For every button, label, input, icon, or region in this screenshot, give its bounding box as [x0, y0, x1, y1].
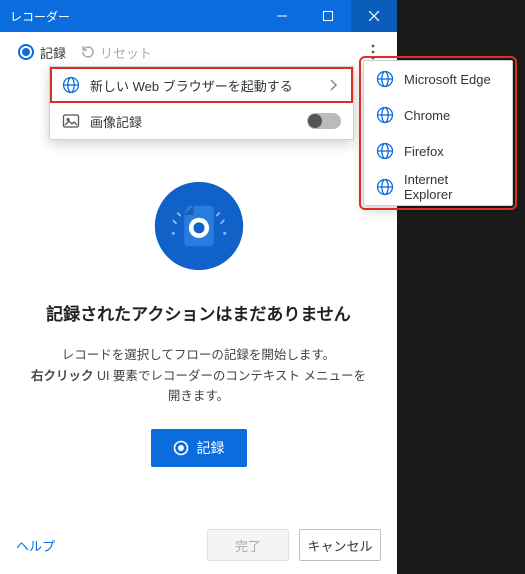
- record-icon: [173, 440, 189, 456]
- image-record-menu-item[interactable]: 画像記録: [50, 103, 353, 139]
- browser-option-ie[interactable]: Internet Explorer: [364, 169, 512, 205]
- titlebar: レコーダー: [0, 0, 397, 32]
- browser-name: Microsoft Edge: [404, 72, 491, 87]
- record-button[interactable]: 記録: [151, 429, 247, 467]
- globe-icon: [376, 106, 394, 124]
- reset-button[interactable]: リセット: [80, 43, 152, 62]
- record-button-label: 記録: [197, 438, 225, 458]
- browser-option-edge[interactable]: Microsoft Edge: [364, 61, 512, 97]
- desc-line2-bold: 右クリック: [31, 369, 94, 383]
- record-label[interactable]: 記録: [40, 43, 66, 62]
- browser-option-chrome[interactable]: Chrome: [364, 97, 512, 133]
- help-link[interactable]: ヘルプ: [16, 536, 55, 555]
- launch-browser-label: 新しい Web ブラウザーを起動する: [90, 76, 293, 95]
- globe-icon: [62, 76, 80, 94]
- chevron-right-icon: [325, 77, 341, 93]
- browser-name: Chrome: [404, 108, 450, 123]
- globe-icon: [376, 142, 394, 160]
- desc-line3: 開きます。: [168, 389, 229, 403]
- desc-line2-rest: UI 要素でレコーダーのコンテキスト メニューを: [93, 369, 366, 383]
- image-record-label: 画像記録: [90, 112, 142, 131]
- browser-option-firefox[interactable]: Firefox: [364, 133, 512, 169]
- footer: ヘルプ 完了 キャンセル: [0, 516, 397, 574]
- record-radio-icon[interactable]: [18, 44, 34, 60]
- image-record-toggle[interactable]: [307, 113, 341, 129]
- browser-name: Internet Explorer: [404, 172, 500, 202]
- desc-line1: レコードを選択してフローの記録を開始します。: [62, 348, 335, 362]
- launch-browser-menu-item[interactable]: 新しい Web ブラウザーを起動する: [50, 67, 353, 103]
- record-dropdown-panel: 新しい Web ブラウザーを起動する 画像記録: [49, 66, 354, 140]
- empty-state-heading: 記録されたアクションはまだありません: [46, 300, 351, 325]
- window-title: レコーダー: [0, 8, 259, 25]
- minimize-button[interactable]: [259, 0, 305, 32]
- globe-icon: [376, 70, 394, 88]
- cancel-button[interactable]: キャンセル: [299, 529, 381, 561]
- recorder-window: レコーダー 記録 リセット 記録されたアクショ: [0, 0, 397, 574]
- maximize-button[interactable]: [305, 0, 351, 32]
- reset-label: リセット: [100, 43, 152, 62]
- empty-state-description: レコードを選択してフローの記録を開始します。 右クリック UI 要素でレコーダー…: [11, 345, 386, 407]
- done-button: 完了: [207, 529, 289, 561]
- close-button[interactable]: [351, 0, 397, 32]
- image-icon: [62, 112, 80, 130]
- recorder-hero-icon: [153, 180, 245, 272]
- browser-name: Firefox: [404, 144, 444, 159]
- browser-submenu: Microsoft Edge Chrome Firefox Internet E…: [363, 60, 513, 206]
- reset-icon: [80, 44, 96, 60]
- globe-icon: [376, 178, 394, 196]
